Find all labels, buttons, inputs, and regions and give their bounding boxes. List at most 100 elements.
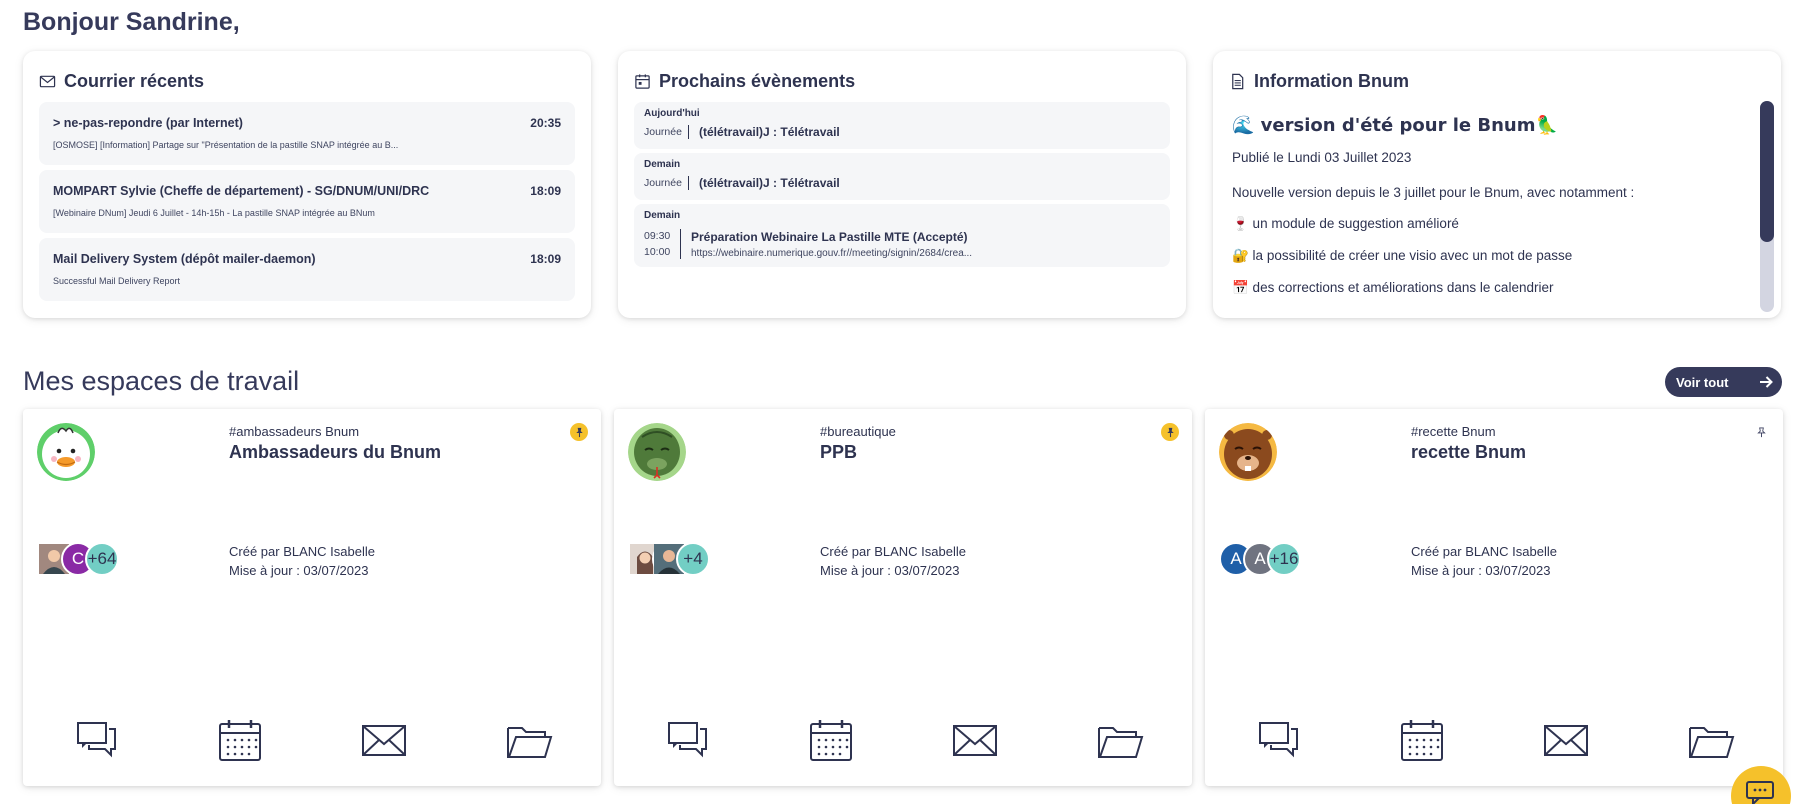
workspace-card[interactable]: #ambassadeurs Bnum Ambassadeurs du Bnum …: [23, 409, 601, 786]
avatar-initial: A: [1230, 549, 1242, 568]
mail-subject: [Webinaire DNum] Jeudi 6 Juillet - 14h-1…: [53, 208, 375, 218]
folder-icon[interactable]: [505, 717, 553, 763]
mail-item[interactable]: MOMPART Sylvie (Cheffe de département) -…: [39, 170, 575, 233]
mail-time: 20:35: [530, 116, 561, 130]
mail-time: 18:09: [530, 184, 561, 198]
more-members-count: +64: [87, 549, 117, 568]
info-intro: Nouvelle version depuis le 3 juillet pou…: [1232, 185, 1635, 200]
event-title: (télétravail)J : Télétravail: [699, 176, 840, 190]
event-item[interactable]: Aujourd'hui Journée (télétravail)J : Tél…: [634, 102, 1170, 149]
updated-at: Mise à jour : 03/07/2023: [229, 563, 369, 578]
mail-icon[interactable]: [360, 717, 408, 763]
info-bullet: 🔐 la possibilité de créer une visio avec…: [1232, 248, 1573, 263]
workspace-card[interactable]: #bureautique PPB +4 Créé par BLANC Isabe…: [614, 409, 1192, 786]
event-start-time: 09:30: [644, 230, 671, 242]
workspace-actions: [614, 717, 1192, 765]
information-content: 🌊 version d'été pour le Bnum🦜 Publié le …: [1232, 113, 1759, 312]
workspace-meta: Créé par BLANC Isabelle Mise à jour : 03…: [1411, 542, 1557, 580]
more-members-badge: +16: [1267, 542, 1301, 576]
chat-icon[interactable]: [73, 717, 121, 763]
scrollbar-thumb[interactable]: [1760, 101, 1774, 242]
mail-sender: Mail Delivery System (dépôt mailer-daemo…: [53, 252, 316, 266]
event-item[interactable]: Demain 09:30 10:00 Préparation Webinaire…: [634, 204, 1170, 267]
chat-icon[interactable]: [1255, 717, 1303, 763]
envelope-icon: [39, 75, 56, 88]
mail-time: 18:09: [530, 252, 561, 266]
information-title: Information Bnum: [1254, 71, 1409, 91]
pin-icon[interactable]: [1161, 423, 1179, 441]
mail-sender: MOMPART Sylvie (Cheffe de département) -…: [53, 184, 430, 198]
more-members-count: +16: [1269, 549, 1299, 568]
mail-icon[interactable]: [951, 717, 999, 763]
folder-icon[interactable]: [1687, 717, 1735, 763]
workspace-actions: [1205, 717, 1783, 765]
event-item[interactable]: Demain Journée (télétravail)J : Télétrav…: [634, 153, 1170, 200]
beaver-icon: [1219, 423, 1277, 481]
mail-item[interactable]: > ne-pas-repondre (par Internet) 20:35 […: [39, 102, 575, 165]
updated-at: Mise à jour : 03/07/2023: [820, 563, 960, 578]
calendar-icon[interactable]: [216, 717, 264, 763]
created-by: Créé par BLANC Isabelle: [1411, 544, 1557, 559]
calendar-icon[interactable]: [807, 717, 855, 763]
workspace-meta: Créé par BLANC Isabelle Mise à jour : 03…: [229, 542, 375, 580]
duck-icon: [37, 423, 95, 481]
event-end-time: 10:00: [644, 246, 671, 258]
created-by: Créé par BLANC Isabelle: [229, 544, 375, 559]
workspace-tag: #recette Bnum: [1411, 424, 1496, 439]
mail-item[interactable]: Mail Delivery System (dépôt mailer-daemo…: [39, 238, 575, 301]
event-title: Préparation Webinaire La Pastille MTE (A…: [691, 229, 968, 244]
document-icon: [1232, 73, 1244, 90]
snake-icon: [628, 423, 686, 481]
event-title: (télétravail)J : Télétravail: [699, 125, 840, 139]
event-range: Journée: [644, 177, 682, 189]
workspace-tag: #ambassadeurs Bnum: [229, 424, 360, 439]
folder-icon[interactable]: [1096, 717, 1144, 763]
workspace-title: recette Bnum: [1411, 442, 1527, 462]
pin-icon[interactable]: [1752, 423, 1770, 441]
see-all-button[interactable]: Voir tout: [1665, 367, 1782, 397]
arrow-right-icon: [1760, 376, 1773, 388]
information-header: Information Bnum: [1229, 71, 1409, 92]
mail-icon[interactable]: [1542, 717, 1590, 763]
information-widget: Information Bnum 🌊 version d'été pour le…: [1213, 51, 1781, 318]
workspace-meta: Créé par BLANC Isabelle Mise à jour : 03…: [820, 542, 966, 580]
event-divider: [688, 125, 689, 139]
event-link[interactable]: https://webinaire.numerique.gouv.fr//mee…: [691, 248, 972, 259]
calendar-icon: [635, 74, 650, 89]
mail-subject: [OSMOSE] [Information] Partage sur "Prés…: [53, 140, 399, 150]
workspaces-title: Mes espaces de travail: [23, 366, 300, 396]
events-title: Prochains évènements: [659, 71, 856, 91]
event-divider: [680, 229, 681, 259]
pin-icon[interactable]: [570, 423, 588, 441]
event-range: Journée: [644, 126, 682, 138]
events-header: Prochains évènements: [634, 71, 855, 92]
greeting: Bonjour Sandrine,: [23, 8, 240, 36]
recent-mail-widget: Courrier récents > ne-pas-repondre (par …: [23, 51, 591, 318]
avatar-initial: C: [71, 549, 85, 568]
workspace-title: PPB: [820, 442, 858, 462]
info-date: Publié le Lundi 03 Juillet 2023: [1232, 150, 1412, 165]
scrollbar[interactable]: [1760, 101, 1774, 312]
chat-bubble-icon: [1746, 781, 1774, 804]
info-heading: 🌊 version d'été pour le Bnum🦜: [1232, 115, 1558, 136]
info-bullet: 📅 des corrections et améliorations dans …: [1232, 280, 1554, 295]
recent-mail-header: Courrier récents: [39, 71, 204, 92]
mail-subject: Successful Mail Delivery Report: [53, 276, 181, 286]
avatar-initial: A: [1254, 549, 1266, 568]
workspace-tag: #bureautique: [820, 424, 896, 439]
event-day: Demain: [644, 159, 681, 170]
see-all-label: Voir tout: [1676, 374, 1729, 390]
updated-at: Mise à jour : 03/07/2023: [1411, 563, 1551, 578]
chat-icon[interactable]: [664, 717, 712, 763]
event-day: Demain: [644, 210, 681, 221]
more-members-badge: +4: [676, 542, 710, 576]
created-by: Créé par BLANC Isabelle: [820, 544, 966, 559]
more-members-count: +4: [683, 549, 703, 568]
recent-mail-title: Courrier récents: [64, 71, 205, 91]
workspace-card[interactable]: #recette Bnum recette Bnum A A +16 Créé …: [1205, 409, 1783, 786]
calendar-icon[interactable]: [1398, 717, 1446, 763]
more-members-badge: +64: [85, 542, 119, 576]
event-day: Aujourd'hui: [644, 108, 700, 119]
info-bullet: 🍷 un module de suggestion amélioré: [1232, 216, 1459, 231]
upcoming-events-widget: Prochains évènements Aujourd'hui Journée…: [618, 51, 1186, 318]
